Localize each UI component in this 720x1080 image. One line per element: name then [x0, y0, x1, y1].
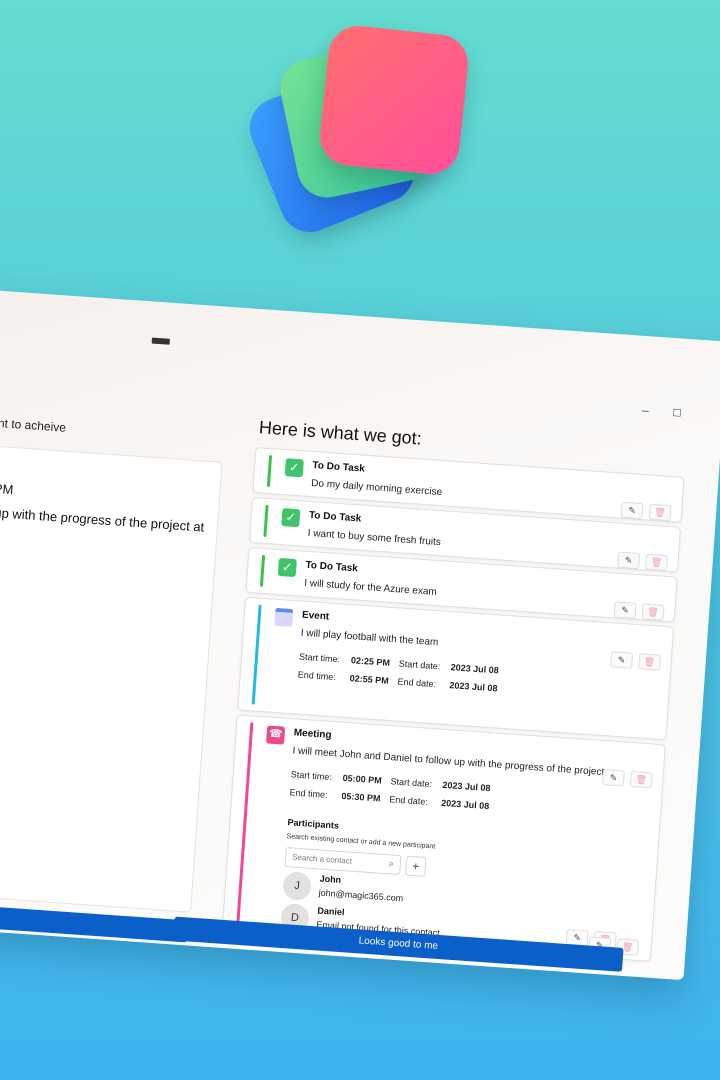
start-time-value: 05:00 PM: [342, 772, 383, 786]
phone-icon: ☎: [265, 725, 286, 745]
end-date-value: 2023 Jul 08: [449, 680, 498, 694]
card-type: To Do Task: [308, 509, 362, 525]
app-logo: [240, 23, 480, 242]
pencil-icon[interactable]: ✎: [613, 601, 637, 619]
end-time-value: 02:55 PM: [349, 673, 390, 686]
start-time-label: Start time:: [290, 769, 333, 783]
trash-icon[interactable]: 🗑: [641, 603, 665, 621]
trash-icon[interactable]: 🗑: [648, 503, 672, 522]
end-date-label: End date:: [397, 676, 437, 690]
participant-name: John: [319, 873, 342, 886]
card-description: I will study for the Azure exam: [303, 577, 438, 598]
event-end-row: End time: 02:55 PM End date: 2023 Jul 08: [297, 669, 537, 694]
card-accent-bar: [251, 604, 262, 705]
meeting-end-row: End time: 05:30 PM End date: 2023 Jul 08: [289, 787, 529, 811]
start-time-label: Start time:: [298, 651, 341, 665]
pencil-icon[interactable]: ✎: [620, 501, 644, 520]
end-time-label: End time:: [289, 787, 328, 800]
card-type: Meeting: [293, 727, 332, 741]
participant-name: Daniel: [317, 905, 345, 918]
check-icon: ✓: [284, 458, 304, 478]
end-date-label: End date:: [389, 794, 429, 807]
end-date-value: 2023 Jul 08: [440, 797, 490, 812]
card-accent-bar: [236, 722, 254, 927]
end-time-value: 05:30 PM: [341, 790, 381, 804]
avatar: J: [282, 871, 313, 901]
card-accent-bar: [259, 554, 266, 587]
card-type: To Do Task: [312, 460, 366, 475]
card-description: Do my daily morning exercise: [310, 477, 443, 499]
card-description: I want to buy some fresh fruits: [307, 527, 442, 549]
end-time-label: End time:: [297, 669, 337, 683]
start-date-label: Start date:: [390, 776, 433, 790]
check-icon: ✓: [277, 557, 297, 578]
prompt-input-area[interactable]: 5 PM w up with the progress of the proje…: [0, 442, 223, 913]
participants-title: Participants: [287, 817, 340, 831]
start-date-label: Start date:: [398, 658, 441, 672]
pencil-icon[interactable]: ✎: [601, 769, 625, 787]
card-type: To Do Task: [305, 559, 359, 575]
start-date-value: 2023 Jul 08: [442, 779, 491, 794]
trash-icon[interactable]: 🗑: [638, 653, 662, 671]
card-actions: ✎ 🗑: [610, 651, 662, 671]
contact-search-input[interactable]: Search a contact ⌕: [284, 847, 402, 876]
titlebar-handle[interactable]: [151, 337, 170, 345]
add-participant-button[interactable]: +: [405, 855, 427, 877]
check-icon: ✓: [281, 508, 301, 528]
card-actions: ✎ 🗑: [613, 601, 665, 621]
card-actions: ✎ 🗑: [620, 501, 672, 522]
trash-icon[interactable]: 🗑: [645, 553, 669, 572]
card-type: Event: [301, 609, 330, 623]
card-description: I will play football with the team: [300, 627, 439, 649]
minimize-icon[interactable]: ─: [639, 406, 652, 418]
participant-email: john@magic365.com: [318, 887, 404, 904]
meeting-start-row: Start time: 05:00 PM Start date: 2023 Ju…: [290, 769, 530, 793]
left-caption: s you want to acheive: [0, 413, 67, 435]
results-heading: Here is what we got:: [258, 417, 423, 449]
card-accent-bar: [266, 454, 273, 488]
maximize-icon[interactable]: ☐: [671, 408, 684, 420]
app-window: ─ ☐ s you want to acheive 5 PM w up with…: [0, 288, 720, 981]
pencil-icon[interactable]: ✎: [617, 551, 641, 570]
event-start-row: Start time: 02:25 PM Start date: 2023 Ju…: [298, 651, 538, 676]
card-actions: ✎ 🗑: [617, 551, 669, 572]
card-description: I will meet John and Daniel to follow up…: [292, 745, 605, 779]
start-time-value: 02:25 PM: [350, 655, 391, 668]
trash-icon[interactable]: 🗑: [629, 770, 653, 789]
plus-icon: +: [411, 858, 420, 874]
search-icon[interactable]: ⌕: [388, 858, 395, 869]
calendar-icon: [274, 607, 294, 627]
start-date-value: 2023 Jul 08: [450, 662, 500, 676]
card-actions: ✎ 🗑: [601, 769, 653, 789]
window-controls: ─ ☐: [639, 406, 684, 420]
card-accent-bar: [263, 504, 269, 537]
prompt-text-line: 5 PM: [0, 480, 14, 498]
logo-square-pink: [317, 23, 471, 177]
prompt-text-line: w up with the progress of the project at: [0, 504, 205, 535]
search-placeholder: Search a contact: [291, 852, 353, 866]
pencil-icon[interactable]: ✎: [610, 651, 634, 669]
